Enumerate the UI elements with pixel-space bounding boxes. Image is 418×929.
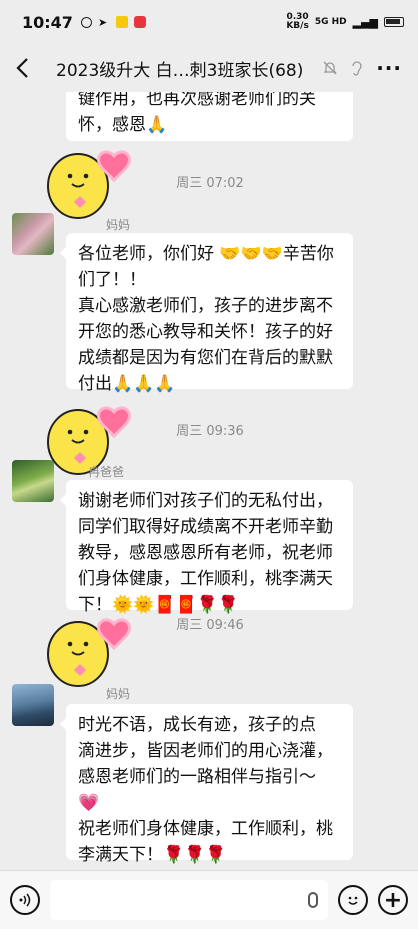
status-notification-icons: ➤ bbox=[80, 16, 146, 29]
message-line: 教导，感恩感恩所有老师，祝老师 bbox=[78, 543, 333, 563]
message-input-bar: + bbox=[0, 870, 418, 929]
message-line: 同学们取得好成绩离不开老师辛勤 bbox=[78, 517, 333, 537]
voice-button[interactable] bbox=[10, 885, 40, 915]
message-line: 李满天下！🌹🌹🌹 bbox=[78, 845, 227, 865]
message-line: 键作用，也再次感谢老师们的关 bbox=[78, 92, 316, 109]
signal-bars-icon: ▂▄▆ bbox=[352, 15, 378, 29]
more-button[interactable]: ··· bbox=[376, 56, 402, 80]
message-line: 感恩老师们的一路相伴与指引～ bbox=[78, 767, 316, 787]
mic-icon[interactable] bbox=[308, 892, 318, 908]
message-line: 时光不语，成长有迹，孩子的点 bbox=[78, 715, 316, 735]
send-icon: ➤ bbox=[97, 16, 108, 29]
status-right: 0.30 KB/s 5G HD ▂▄▆ bbox=[286, 13, 404, 31]
net-speed: 0.30 KB/s bbox=[286, 13, 308, 31]
sender-name: 冉爸爸 bbox=[88, 465, 125, 479]
message-timestamp: 周三 07:02 bbox=[176, 176, 244, 191]
message-bubble[interactable]: 键作用，也再次感谢老师们的关 怀，感恩🙏 bbox=[66, 92, 353, 141]
message-line: 们身体健康，工作顺利，桃李满天 bbox=[78, 569, 333, 589]
message-timestamp: 周三 09:36 bbox=[176, 424, 244, 439]
message-bubble[interactable]: 谢谢老师们对孩子们的无私付出， 同学们取得好成绩离不开老师辛勤 教导，感恩感恩所… bbox=[60, 480, 353, 615]
status-bar: 10:47 ➤ 0.30 KB/s 5G HD ▂▄▆ bbox=[0, 0, 418, 44]
bear-heart-sticker[interactable] bbox=[44, 612, 148, 694]
message-line: 各位老师，你们好 🤝🤝🤝辛苦你 bbox=[78, 244, 334, 264]
voice-icon bbox=[19, 893, 31, 907]
sender-name: 妈妈 bbox=[106, 218, 131, 232]
signal-indicator: 5G HD bbox=[314, 17, 347, 27]
message-line: 祝老师们身体健康，工作顺利，桃 bbox=[78, 819, 333, 839]
chat-header: 2023级升大 白…刺3班家长(68) ··· bbox=[0, 44, 418, 92]
sender-name: 妈妈 bbox=[106, 687, 131, 701]
message-line: 💗 bbox=[78, 793, 100, 813]
chat-title[interactable]: 2023级升大 白…刺3班家长(68) bbox=[44, 56, 322, 81]
sender-avatar[interactable] bbox=[12, 460, 54, 502]
ear-icon bbox=[352, 61, 362, 76]
message-line: 们了！！ bbox=[78, 270, 146, 290]
bear-heart-sticker[interactable] bbox=[44, 144, 148, 226]
emoji-button[interactable] bbox=[338, 885, 368, 915]
message-line: 滴进步，皆因老师们的用心浇灌， bbox=[78, 741, 333, 761]
battery-icon bbox=[384, 17, 404, 27]
message-line: 真心感激老师们，孩子的进步离不 bbox=[78, 296, 333, 316]
plus-icon: + bbox=[383, 887, 403, 913]
chat-messages[interactable]: 键作用，也再次感谢老师们的关 怀，感恩🙏 周三 07:02 妈妈 各位老师，你们… bbox=[0, 92, 418, 870]
chevron-left-icon bbox=[16, 58, 28, 78]
message-line: 开您的悉心教导和关怀！孩子的好 bbox=[78, 322, 333, 342]
message-bubble[interactable]: 各位老师，你们好 🤝🤝🤝辛苦你 们了！！ 真心感激老师们，孩子的进步离不 开您的… bbox=[60, 233, 353, 394]
sender-avatar[interactable] bbox=[12, 684, 54, 726]
message-timestamp: 周三 09:46 bbox=[176, 618, 244, 633]
message-line: 怀，感恩🙏 bbox=[78, 115, 168, 135]
red-packet-icon bbox=[133, 16, 146, 28]
sender-avatar[interactable] bbox=[12, 213, 54, 255]
net-speed-unit: KB/s bbox=[286, 21, 309, 31]
message-line: 成绩都是因为有您们在背后的默默 bbox=[78, 348, 333, 368]
status-time: 10:47 bbox=[22, 12, 73, 32]
message-line: 付出🙏🙏🙏 bbox=[78, 374, 176, 394]
emoji-icon bbox=[348, 896, 358, 905]
message-bubble[interactable]: 时光不语，成长有迹，孩子的点 滴进步，皆因老师们的用心浇灌， 感恩老师们的一路相… bbox=[60, 704, 353, 865]
message-line: 谢谢老师们对孩子们的无私付出， bbox=[78, 491, 333, 511]
message-input[interactable] bbox=[50, 880, 328, 920]
back-button[interactable] bbox=[0, 46, 44, 90]
bear-icon bbox=[80, 16, 92, 28]
bell-off-icon bbox=[323, 61, 337, 75]
app-notification-icon bbox=[115, 16, 128, 28]
plus-button[interactable]: + bbox=[378, 885, 408, 915]
